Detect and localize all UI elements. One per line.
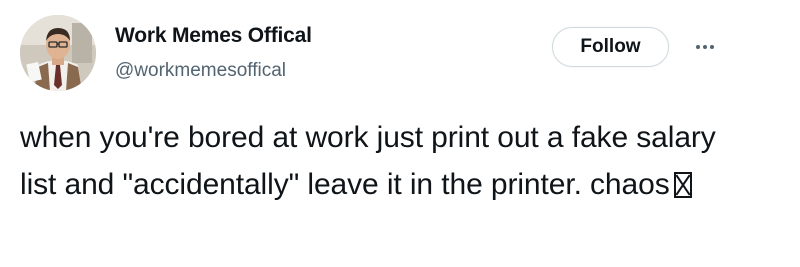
more-dot	[710, 45, 714, 49]
more-dot	[703, 45, 707, 49]
tweet-text: when you're bored at work just print out…	[20, 121, 716, 201]
more-options-icon[interactable]	[690, 34, 720, 60]
tweet-text-container: when you're bored at work just print out…	[20, 114, 760, 208]
missing-emoji-icon	[673, 172, 692, 198]
tweet-card: Work Memes Offical @workmemesoffical Fol…	[0, 0, 800, 267]
follow-button[interactable]: Follow	[552, 27, 669, 67]
author-display-name[interactable]: Work Memes Offical	[115, 24, 312, 48]
profile-photo-icon	[20, 15, 96, 91]
more-dot	[696, 45, 700, 49]
author-handle[interactable]: @workmemesoffical	[115, 60, 286, 82]
avatar[interactable]	[20, 15, 96, 91]
